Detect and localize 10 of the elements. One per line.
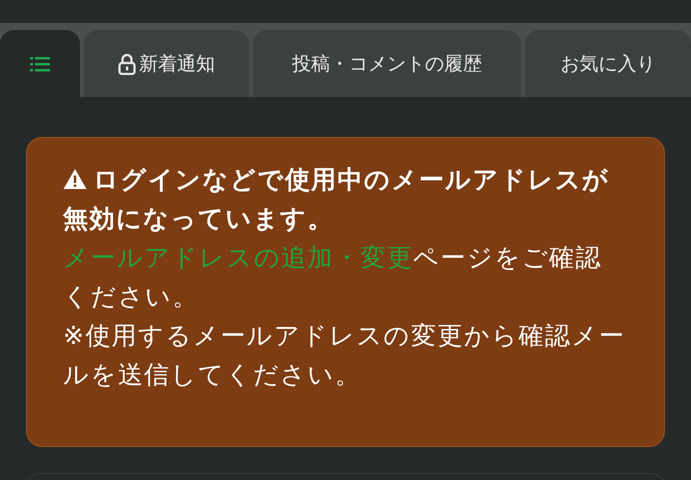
tab[interactable]: 新着通知 — [84, 30, 249, 97]
menu-tab[interactable] — [0, 30, 80, 97]
tab[interactable]: お気に入り — [525, 30, 691, 97]
menu-icon — [30, 56, 50, 72]
alert-title: ログインなどで使用中のメールアドレスが無効になっています。 — [63, 164, 611, 235]
tab[interactable]: 投稿・コメントの履歴 — [253, 30, 521, 97]
alert-note: ※使用するメールアドレスの変更から確認メールを送信してください。 — [63, 320, 626, 391]
alert-message: メールアドレスの追加・変更ページをご確認ください。 — [63, 242, 604, 313]
lock-icon — [118, 52, 136, 74]
warning-icon — [63, 168, 87, 190]
